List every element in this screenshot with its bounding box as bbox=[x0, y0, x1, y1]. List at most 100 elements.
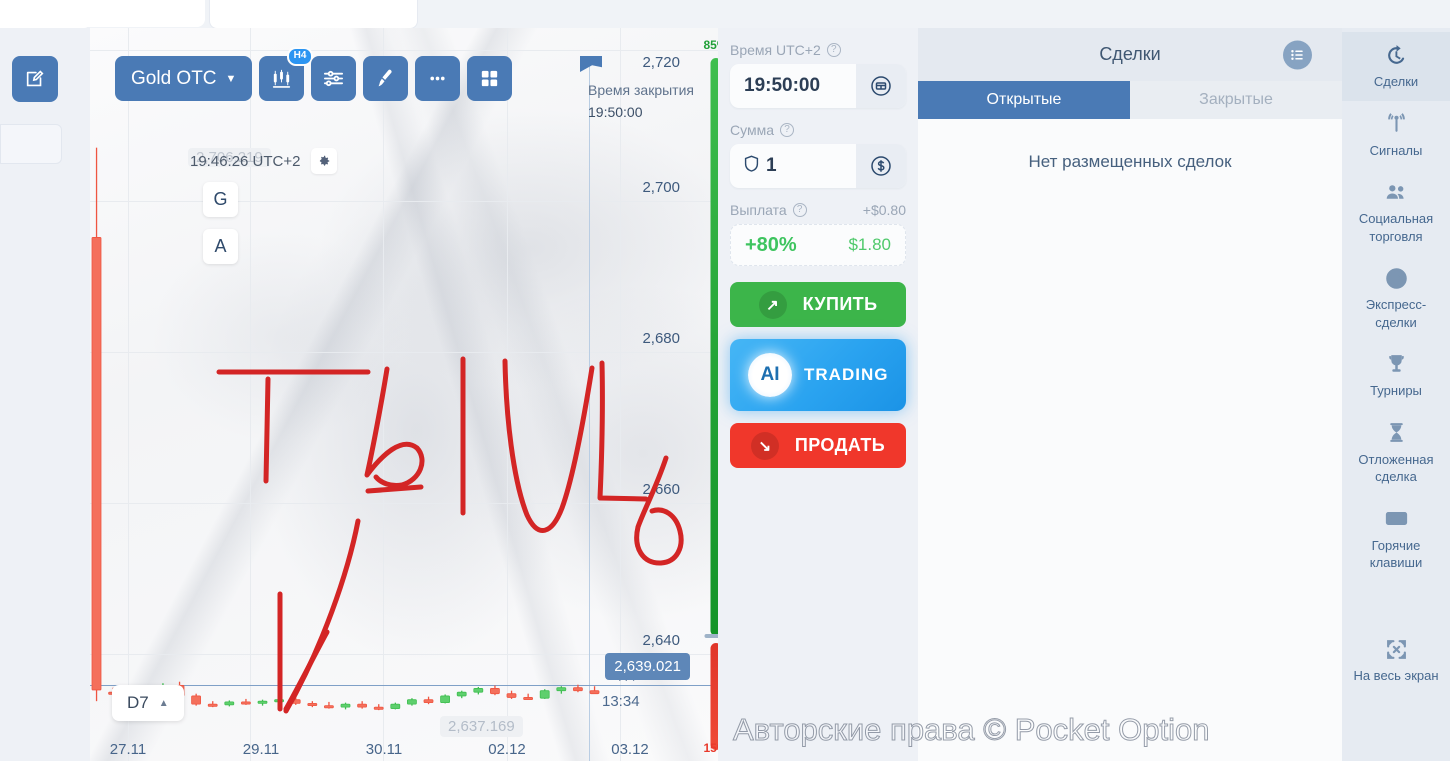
sidebar-item-fullscreen[interactable]: На весь экран bbox=[1342, 626, 1450, 695]
help-icon[interactable]: ? bbox=[780, 123, 794, 137]
chart-area[interactable]: Gold OTC ▼ H4 2,706.219 19:46:26 UTC+2 G… bbox=[90, 28, 718, 761]
time-mode-toggle-button[interactable] bbox=[856, 64, 906, 108]
list-icon bbox=[1291, 49, 1303, 60]
price-tick: 2,660 bbox=[642, 481, 680, 498]
sidebar-item-social-trading[interactable]: Социальная торговля bbox=[1342, 169, 1450, 255]
sentiment-up-percent: 85% bbox=[703, 38, 718, 52]
sidebar-label: Сделки bbox=[1373, 74, 1419, 89]
h4-time-label: 13:34 bbox=[602, 693, 640, 710]
arrow-up-right-icon: ↗ bbox=[758, 290, 787, 319]
top-panel-left bbox=[0, 0, 205, 27]
price-tick: 2,720 bbox=[642, 54, 680, 71]
layout-grid-button[interactable] bbox=[467, 56, 513, 101]
ai-trading-label: TRADING bbox=[804, 365, 889, 384]
payout-box: +80% $1.80 bbox=[730, 224, 906, 266]
history-icon bbox=[1348, 41, 1444, 69]
help-icon[interactable]: ? bbox=[826, 43, 841, 57]
sidebar-item-express-deals[interactable]: Экспресс-сделки bbox=[1342, 255, 1450, 341]
price-tick: 2,700 bbox=[642, 179, 680, 196]
hourglass-icon bbox=[1348, 419, 1444, 447]
clock-label: 19:46:26 UTC+2 bbox=[190, 152, 301, 170]
ai-trading-button[interactable]: AI TRADING bbox=[730, 339, 906, 411]
top-panel-right bbox=[209, 0, 418, 29]
chart-toolbar: Gold OTC ▼ H4 bbox=[115, 47, 513, 101]
timeframe-value: D7 bbox=[127, 693, 149, 712]
brush-icon bbox=[379, 69, 393, 87]
chart-type-button[interactable]: H4 bbox=[259, 47, 314, 101]
sentiment-up-bar bbox=[710, 58, 718, 636]
price-tick: 2,680 bbox=[642, 330, 680, 347]
buy-label: КУПИТЬ bbox=[802, 294, 878, 314]
target-icon bbox=[1348, 264, 1444, 292]
sentiment-divider bbox=[704, 634, 718, 638]
ai-badge-icon: AI bbox=[748, 353, 792, 397]
time-label-text: Время UTC+2 bbox=[730, 42, 821, 58]
close-time-value: 19:50:00 bbox=[588, 103, 643, 120]
pencil-square-icon bbox=[26, 70, 44, 87]
sentiment-down-bar bbox=[710, 643, 718, 750]
left-ghost-panel bbox=[0, 124, 62, 164]
timeframe-selector-button[interactable]: D7 ▲ bbox=[112, 685, 184, 721]
chart-settings-button[interactable] bbox=[310, 148, 337, 174]
candlestick-series bbox=[91, 147, 600, 711]
dollar-circle-icon bbox=[871, 156, 891, 176]
chevron-up-icon: ▲ bbox=[158, 697, 169, 709]
low-price-label: 2,637.169 bbox=[440, 716, 523, 737]
buy-button[interactable]: ↗ КУПИТЬ bbox=[730, 282, 906, 327]
close-time-label: Время закрытия bbox=[588, 82, 694, 98]
fullscreen-icon bbox=[1348, 635, 1444, 663]
sidebar-label: Экспресс-сделки bbox=[1365, 297, 1427, 330]
deals-empty-message: Нет размещенных сделок bbox=[1028, 152, 1232, 171]
shield-icon bbox=[744, 155, 759, 178]
deals-title: Сделки bbox=[1099, 44, 1161, 64]
deals-panel: Сделки Открытые Закрытые Нет размещенных… bbox=[918, 28, 1342, 761]
sidebar-item-signals[interactable]: Сигналы bbox=[1342, 101, 1450, 170]
sidebar-item-deals[interactable]: Сделки bbox=[1342, 32, 1450, 101]
payout-amount: $1.80 bbox=[848, 235, 891, 254]
indicators-button[interactable] bbox=[311, 56, 357, 101]
gear-icon bbox=[319, 155, 329, 166]
tab-open-deals[interactable]: Открытые bbox=[918, 81, 1130, 119]
edit-icon-button[interactable] bbox=[12, 56, 58, 102]
sidebar-label: Турниры bbox=[1370, 383, 1422, 399]
price-tick: 2,640 bbox=[642, 632, 680, 649]
current-price-badge: 2,639.021 bbox=[605, 653, 690, 680]
sell-button[interactable]: ↘ ПРОДАТЬ bbox=[730, 423, 906, 468]
time-tick: 27.11 bbox=[109, 741, 147, 758]
drawing-tools-button[interactable] bbox=[363, 56, 409, 101]
time-tick: 03.12 bbox=[611, 741, 649, 758]
amount-input[interactable]: 1 bbox=[730, 144, 906, 188]
trading-app: Gold OTC ▼ H4 2,706.219 19:46:26 UTC+2 G… bbox=[0, 0, 1450, 761]
calendar-clock-icon bbox=[871, 76, 891, 96]
sliders-icon bbox=[324, 70, 344, 87]
time-tick: 30.11 bbox=[365, 741, 403, 758]
timeframe-badge: H4 bbox=[286, 47, 314, 66]
chart-clock: 19:46:26 UTC+2 bbox=[190, 148, 337, 174]
sidebar-item-hotkeys[interactable]: Горячие клавиши bbox=[1342, 496, 1450, 582]
ellipsis-icon bbox=[430, 76, 446, 81]
payout-percent: +80% bbox=[745, 233, 797, 256]
close-time-block: Время закрытия 19:50:00 bbox=[588, 80, 694, 123]
sidebar-label: Социальная торговля bbox=[1358, 211, 1434, 244]
sidebar-item-tournaments[interactable]: Турниры bbox=[1342, 341, 1450, 410]
deals-tabs: Открытые Закрытые bbox=[918, 81, 1342, 119]
more-options-button[interactable] bbox=[415, 56, 461, 101]
deals-header: Сделки bbox=[918, 28, 1342, 81]
time-tick: 02.12 bbox=[488, 741, 526, 758]
expiry-time-input[interactable]: 19:50:00 bbox=[730, 64, 906, 108]
tab-closed-deals[interactable]: Закрытые bbox=[1130, 81, 1342, 119]
sidebar-label: Отложенная сделка bbox=[1358, 451, 1434, 485]
deals-list-button[interactable] bbox=[1283, 40, 1312, 69]
left-rail bbox=[0, 0, 90, 761]
payout-field-label: Выплата ? +$0.80 bbox=[730, 202, 906, 218]
candlestick-icon bbox=[273, 69, 291, 88]
sidebar-label: Горячие клавиши bbox=[1369, 537, 1423, 571]
help-icon[interactable]: ? bbox=[792, 203, 807, 217]
currency-toggle-button[interactable] bbox=[856, 144, 906, 188]
sentiment-bar: 85% 15% bbox=[698, 28, 718, 761]
asset-name-label: Gold OTC bbox=[131, 67, 217, 89]
amount-label-text: Сумма bbox=[730, 122, 774, 138]
asset-selector-button[interactable]: Gold OTC ▼ bbox=[115, 56, 253, 101]
sidebar-item-pending-deal[interactable]: Отложенная сделка bbox=[1342, 410, 1450, 496]
